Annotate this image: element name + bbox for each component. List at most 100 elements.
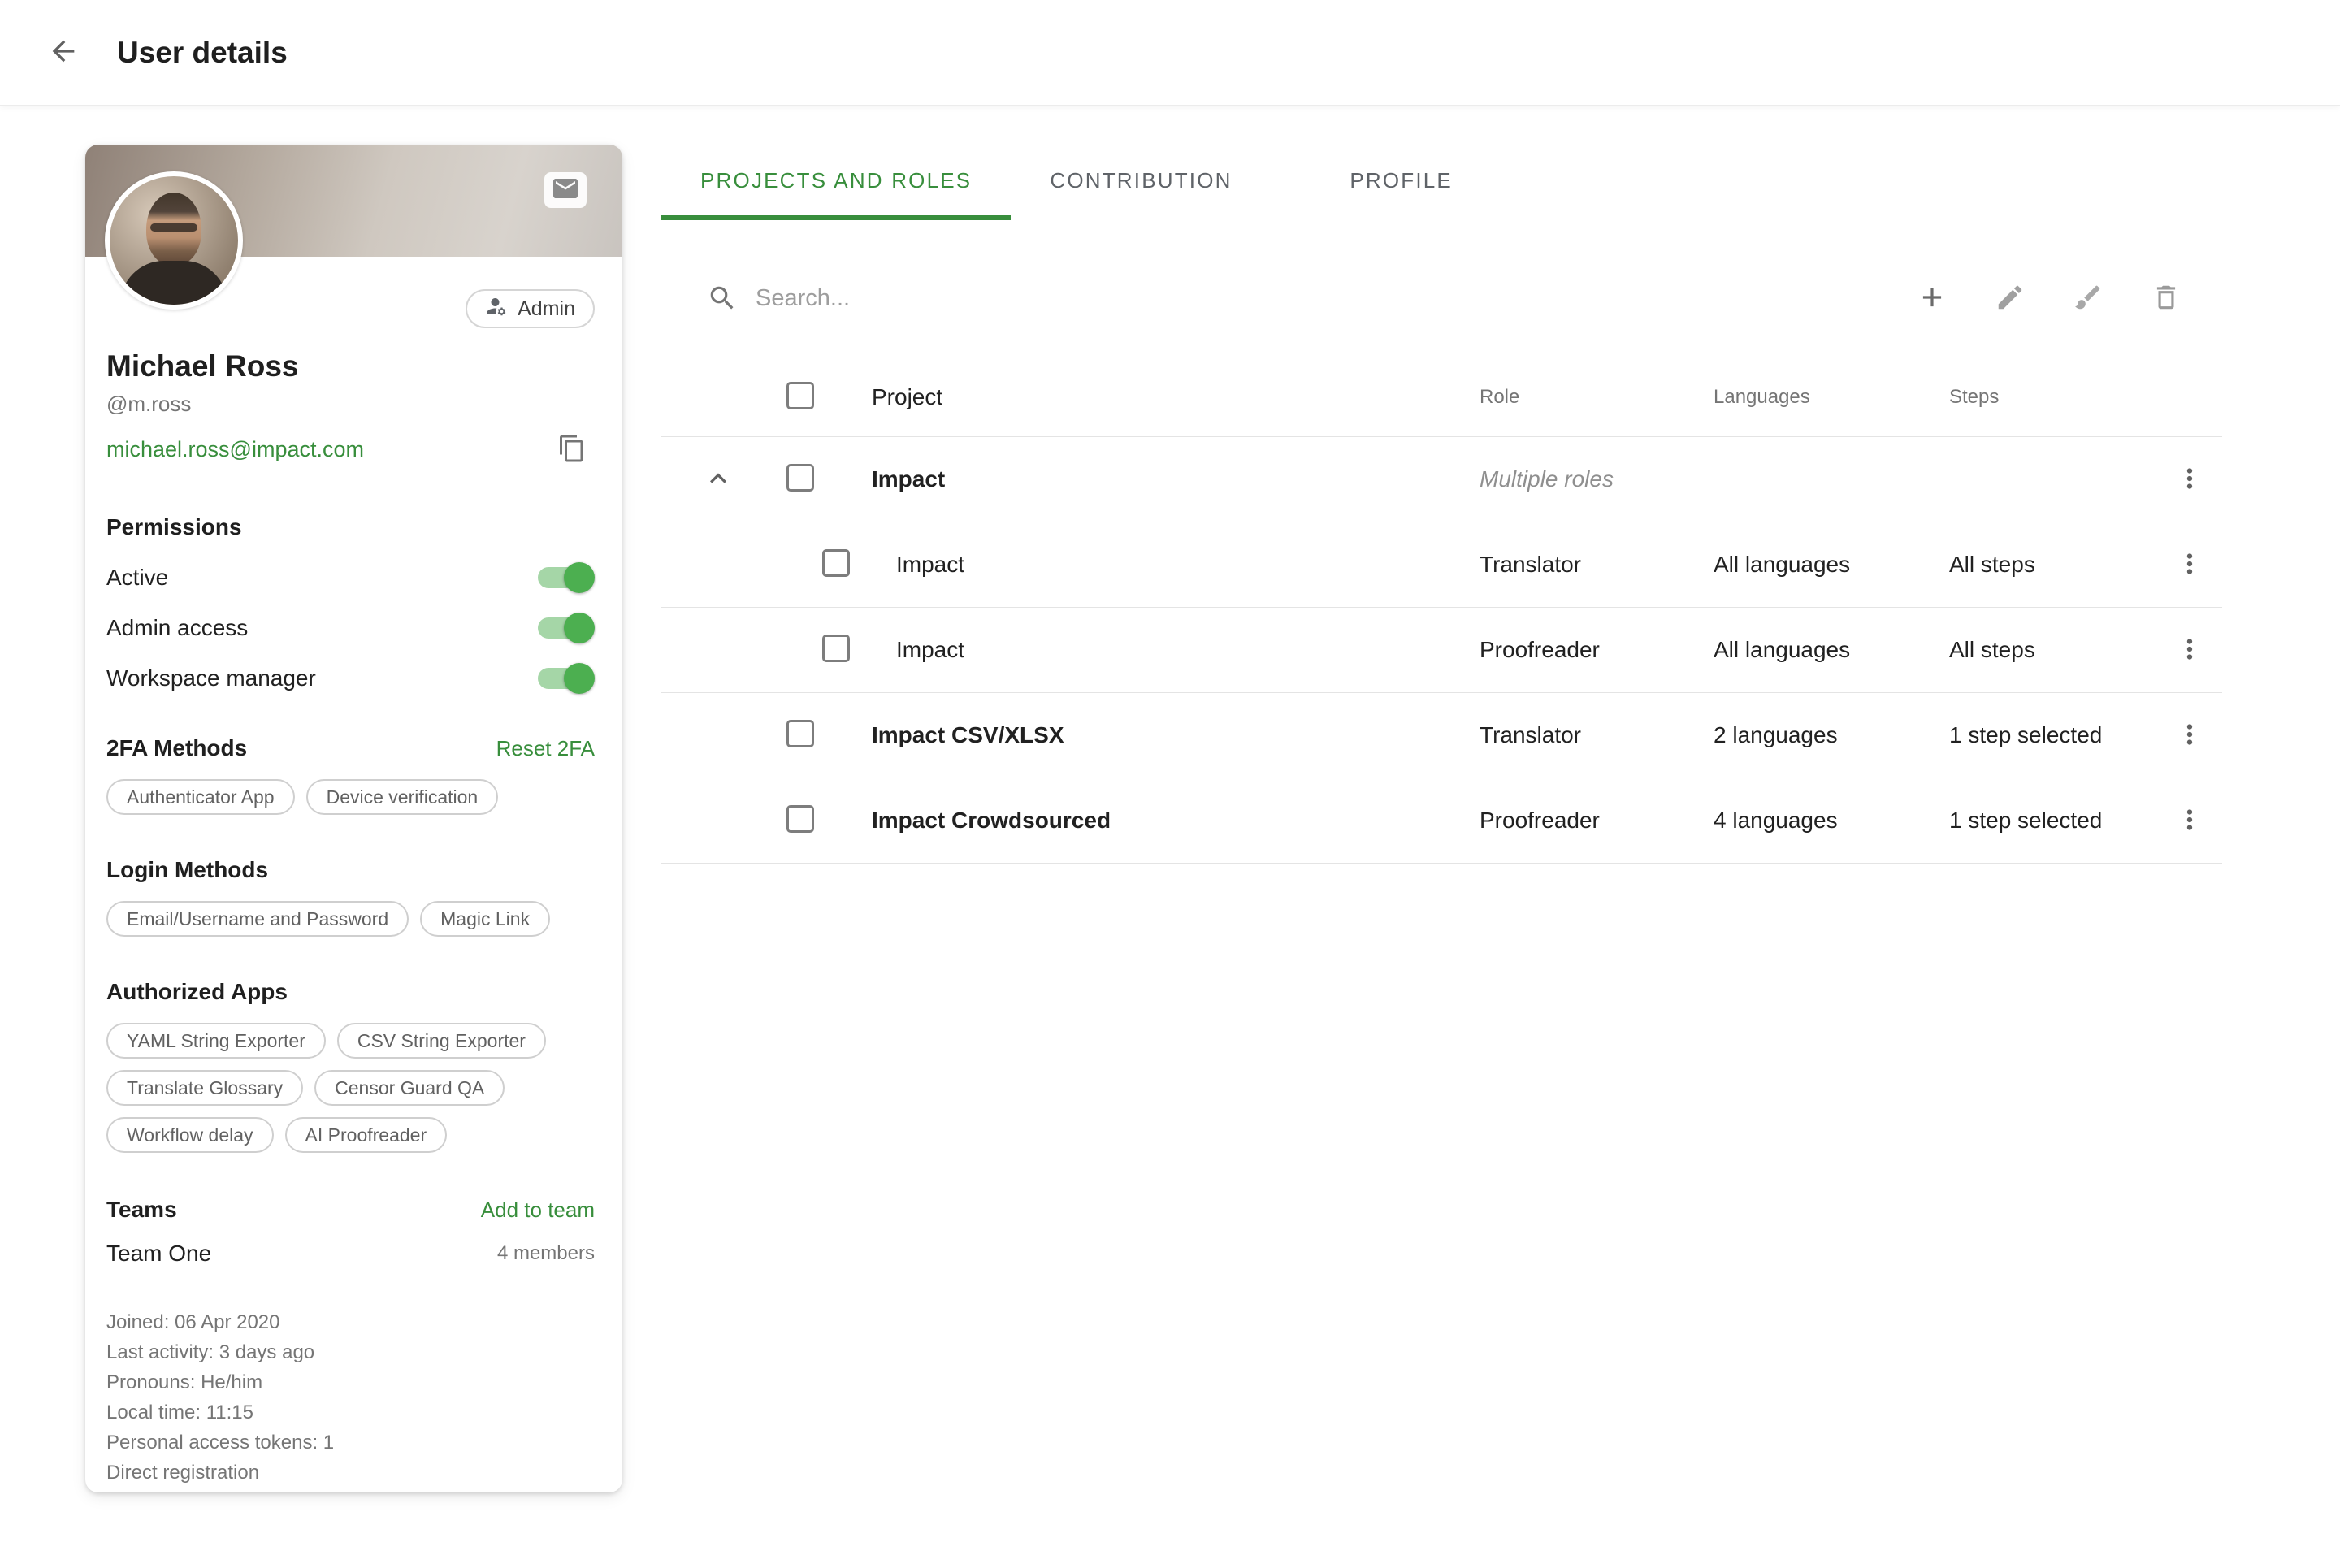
- back-button[interactable]: [41, 30, 86, 76]
- meta-pronouns: Pronouns: He/him: [106, 1367, 595, 1397]
- steps-value: 1 step selected: [1949, 808, 2157, 834]
- meta-last-activity: Last activity: 3 days ago: [106, 1337, 595, 1367]
- authorized-app-chip: Translate Glossary: [106, 1070, 303, 1106]
- row-menu-button[interactable]: [2167, 798, 2212, 843]
- tabs: PROJECTS AND ROLES CONTRIBUTION PROFILE: [661, 141, 2222, 220]
- permissions-title: Permissions: [106, 514, 595, 540]
- admin-access-toggle[interactable]: [538, 617, 592, 639]
- select-all-checkbox[interactable]: [786, 382, 814, 409]
- user-profile-card: Admin Michael Ross @m.ross michael.ross@…: [85, 145, 622, 1492]
- search-input[interactable]: [756, 285, 1276, 312]
- authorized-app-chip: CSV String Exporter: [337, 1023, 546, 1059]
- row-menu-button[interactable]: [2167, 542, 2212, 587]
- send-email-button[interactable]: [544, 172, 587, 208]
- login-method-chip: Email/Username and Password: [106, 901, 409, 937]
- teams-title: Teams: [106, 1197, 177, 1223]
- meta-joined: Joined: 06 Apr 2020: [106, 1307, 595, 1337]
- add-to-team-link[interactable]: Add to team: [481, 1198, 595, 1223]
- arrow-left-icon: [47, 35, 80, 70]
- user-name: Michael Ross: [106, 349, 595, 383]
- languages-value: 4 languages: [1714, 808, 1949, 834]
- twofa-method-chip: Device verification: [306, 779, 499, 815]
- column-header-languages: Languages: [1714, 386, 1949, 409]
- project-name: Impact: [860, 552, 1480, 578]
- project-name: Impact Crowdsourced: [860, 808, 1480, 834]
- workspace-manager-toggle[interactable]: [538, 668, 592, 689]
- team-name: Team One: [106, 1241, 211, 1267]
- steps-value: All steps: [1949, 637, 2157, 663]
- twofa-method-chip: Authenticator App: [106, 779, 295, 815]
- authorized-app-chip: AI Proofreader: [285, 1117, 448, 1153]
- table-actions: [1913, 279, 2186, 318]
- trash-icon: [2151, 282, 2182, 315]
- row-menu-button[interactable]: [2167, 627, 2212, 673]
- toggle-knob: [564, 613, 595, 643]
- toggle-knob: [564, 562, 595, 593]
- user-handle: @m.ross: [106, 392, 595, 417]
- row-checkbox[interactable]: [822, 635, 850, 662]
- search-toolbar: [661, 259, 2222, 337]
- plus-icon: [1917, 282, 1948, 315]
- twofa-title: 2FA Methods: [106, 735, 247, 761]
- table-row: Impact CSV/XLSX Translator 2 languages 1…: [661, 693, 2222, 778]
- projects-table: Project Role Languages Steps Impact Mult…: [661, 358, 2222, 864]
- authorized-apps-title: Authorized Apps: [106, 979, 595, 1005]
- chevron-up-icon: [702, 462, 734, 497]
- copy-email-button[interactable]: [549, 427, 595, 472]
- row-checkbox[interactable]: [786, 720, 814, 747]
- avatar-body: [120, 261, 228, 305]
- login-method-chip: Magic Link: [420, 901, 550, 937]
- permission-row-workspace-manager: Workspace manager: [106, 665, 595, 691]
- table-row: Impact Translator All languages All step…: [661, 522, 2222, 608]
- project-name: Impact: [860, 637, 1480, 663]
- mail-icon: [551, 174, 580, 207]
- collapse-group-button[interactable]: [696, 457, 741, 502]
- row-checkbox[interactable]: [786, 464, 814, 492]
- reset-2fa-link[interactable]: Reset 2FA: [496, 736, 595, 761]
- languages-value: 2 languages: [1714, 722, 1949, 748]
- kebab-menu-icon: [2174, 463, 2205, 496]
- role-value: Translator: [1480, 722, 1714, 748]
- login-methods: Email/Username and Password Magic Link: [106, 901, 595, 937]
- row-checkbox[interactable]: [786, 805, 814, 833]
- authorized-app-chip: Workflow delay: [106, 1117, 274, 1153]
- toggle-label: Admin access: [106, 615, 248, 641]
- project-name: Impact: [860, 466, 1480, 492]
- user-meta: Joined: 06 Apr 2020 Last activity: 3 day…: [106, 1307, 595, 1488]
- row-menu-button[interactable]: [2167, 713, 2212, 758]
- table-row: Impact Multiple roles: [661, 437, 2222, 522]
- admin-badge-label: Admin: [518, 297, 575, 321]
- permission-row-admin-access: Admin access: [106, 615, 595, 641]
- role-value: Translator: [1480, 552, 1714, 578]
- meta-local-time: Local time: 11:15: [106, 1397, 595, 1427]
- column-header-role: Role: [1480, 386, 1714, 409]
- avatar: [105, 171, 243, 310]
- row-menu-button[interactable]: [2167, 457, 2212, 502]
- login-methods-title: Login Methods: [106, 857, 595, 883]
- row-checkbox[interactable]: [822, 549, 850, 577]
- tab-profile[interactable]: PROFILE: [1272, 141, 1532, 220]
- role-value: Multiple roles: [1480, 466, 1714, 492]
- delete-button[interactable]: [2147, 279, 2186, 318]
- user-email-link[interactable]: michael.ross@impact.com: [106, 437, 364, 462]
- add-button[interactable]: [1913, 279, 1952, 318]
- kebab-menu-icon: [2174, 634, 2205, 667]
- edit-button[interactable]: [1991, 279, 2030, 318]
- authorized-apps: YAML String Exporter CSV String Exporter…: [106, 1023, 595, 1153]
- clear-button[interactable]: [2069, 279, 2108, 318]
- kebab-menu-icon: [2174, 548, 2205, 582]
- toggle-knob: [564, 663, 595, 694]
- meta-registration: Direct registration: [106, 1458, 595, 1488]
- team-member-count: 4 members: [497, 1242, 595, 1265]
- languages-value: All languages: [1714, 637, 1949, 663]
- kebab-menu-icon: [2174, 804, 2205, 838]
- tab-contribution[interactable]: CONTRIBUTION: [1011, 141, 1271, 220]
- tab-projects-and-roles[interactable]: PROJECTS AND ROLES: [661, 141, 1011, 220]
- active-toggle[interactable]: [538, 567, 592, 588]
- steps-value: 1 step selected: [1949, 722, 2157, 748]
- column-header-steps: Steps: [1949, 386, 2157, 409]
- team-row: Team One 4 members: [106, 1241, 595, 1267]
- steps-value: All steps: [1949, 552, 2157, 578]
- authorized-app-chip: YAML String Exporter: [106, 1023, 326, 1059]
- broom-icon: [2073, 282, 2104, 315]
